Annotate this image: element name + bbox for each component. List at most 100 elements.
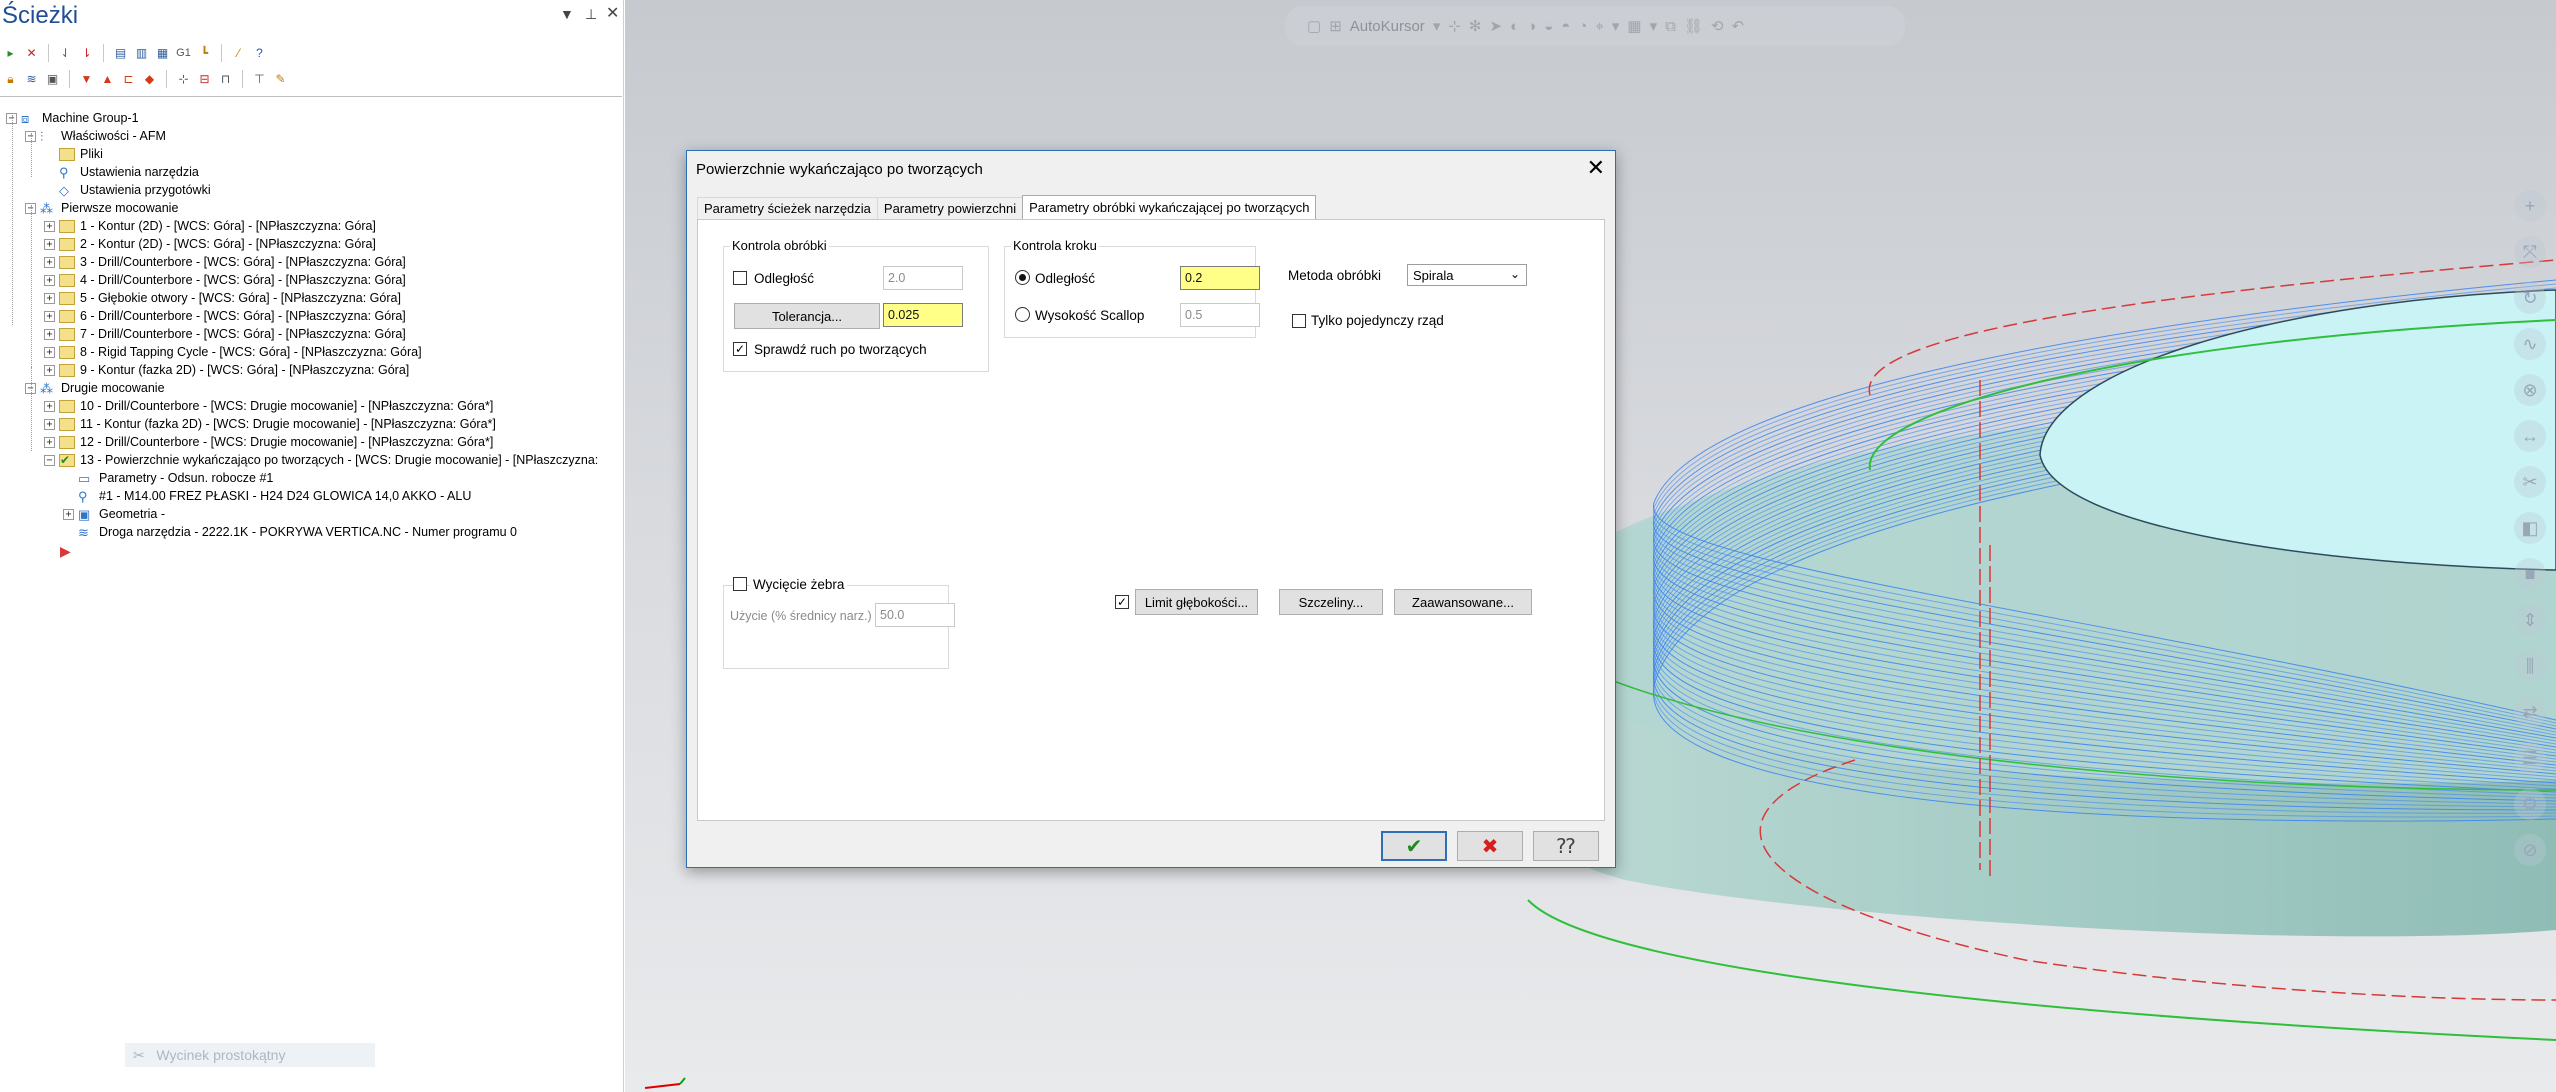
post-g1-icon[interactable]: G1	[175, 45, 192, 62]
tolerance-input[interactable]	[883, 303, 963, 327]
split-icon[interactable]: ⫼	[2514, 650, 2546, 682]
tool-manager-icon[interactable]: ⊤	[251, 71, 268, 88]
shade-icon[interactable]: ■	[2514, 558, 2546, 590]
measure-icon[interactable]: ⇕	[2514, 604, 2546, 636]
arrange-icon[interactable]: ⇄	[2514, 696, 2546, 728]
tree-expander-icon[interactable]: +	[44, 436, 55, 448]
help-icon[interactable]: ?	[251, 45, 268, 62]
tree-item[interactable]: +1 - Kontur (2D) - [WCS: Góra] - [NPłasz…	[44, 217, 376, 235]
insert-arrow-icon[interactable]: ▶	[60, 543, 71, 560]
tree-expander-icon[interactable]: +	[44, 274, 55, 286]
window-select-icon[interactable]: ▦	[1627, 17, 1641, 35]
tree-expander-icon[interactable]: +	[44, 256, 55, 268]
insert-arrow-icon[interactable]: ⊏	[120, 71, 137, 88]
tree-item[interactable]: − ⫶ Właściwości - AFM	[25, 127, 166, 145]
tree-item[interactable]: − ⧈ Machine Group-1	[6, 109, 139, 127]
tab-surface-params[interactable]: Parametry powierzchni	[876, 197, 1024, 219]
tree-item[interactable]: +5 - Głębokie otwory - [WCS: Góra] - [NP…	[44, 289, 401, 307]
tree-expander-icon[interactable]: +	[44, 418, 55, 430]
dimension-icon[interactable]: ↔	[2514, 420, 2546, 452]
tool-diameter-usage-input[interactable]	[875, 603, 955, 627]
intersect-icon[interactable]: ⊗	[2514, 374, 2546, 406]
toggle-post-icon[interactable]: ▣	[44, 71, 61, 88]
panel-pin-icon[interactable]: ⊥	[585, 6, 597, 23]
advanced-button[interactable]: Zaawansowane...	[1394, 589, 1532, 615]
layers-icon[interactable]: ☰	[2514, 742, 2546, 774]
edit-params-icon[interactable]: ✎	[272, 71, 289, 88]
gaps-button[interactable]: Szczeliny...	[1279, 589, 1383, 615]
regenerate-dirty-icon[interactable]: ⇂	[78, 45, 95, 62]
highfeed-icon[interactable]: ⁄	[230, 45, 247, 62]
simulate-icon[interactable]: ▦	[154, 45, 171, 62]
tree-expander-icon[interactable]: +	[44, 292, 55, 304]
tree-item[interactable]: − ⁂ Pierwsze mocowanie	[25, 199, 178, 217]
depth-limit-button[interactable]: Limit głębokości...	[1135, 589, 1258, 615]
distance-checkbox[interactable]	[733, 271, 747, 285]
select-wire-icon[interactable]: ◔	[1578, 18, 1587, 35]
move-up-icon[interactable]: ▲	[99, 71, 116, 88]
panel-dropdown-icon[interactable]: ▼	[560, 6, 574, 22]
lock-icon[interactable]: ▢	[1307, 17, 1321, 35]
tree-item[interactable]: +10 - Drill/Counterbore - [WCS: Drugie m…	[44, 397, 493, 415]
select-solid-icon[interactable]: ◐	[1510, 18, 1519, 35]
tree-item[interactable]: − ✔ 13 - Powierzchnie wykańczająco po twor…	[44, 451, 598, 469]
check-flowline-motion-checkbox[interactable]: ✓	[733, 342, 747, 356]
scroll-to-insert-icon[interactable]: ◆	[141, 71, 158, 88]
collapse-icon[interactable]: ⊟	[196, 71, 213, 88]
clear-icon[interactable]: ⟲	[1711, 17, 1724, 35]
backplot-icon[interactable]: ▤	[112, 45, 129, 62]
cancel-button[interactable]: ✖	[1457, 831, 1523, 861]
hide-tree-icon[interactable]: ⊓	[217, 71, 234, 88]
select-edge-icon[interactable]: ◓	[1561, 18, 1570, 35]
move-down-icon[interactable]: ▼	[78, 71, 95, 88]
scallop-height-input[interactable]	[1180, 303, 1260, 327]
step-distance-input[interactable]	[1180, 266, 1260, 290]
tree-expander-icon[interactable]: +	[44, 400, 55, 412]
tolerance-button[interactable]: Tolerancja...	[734, 303, 880, 329]
distance-input[interactable]	[883, 266, 963, 290]
tree-item[interactable]: +6 - Drill/Counterbore - [WCS: Góra] - […	[44, 307, 406, 325]
dropdown-icon[interactable]: ▾	[1612, 17, 1620, 35]
rib-cut-checkbox[interactable]	[733, 577, 747, 591]
tree-item[interactable]: Pliki	[44, 145, 103, 163]
toggle-display-icon[interactable]: ≋	[23, 71, 40, 88]
gear-icon[interactable]: ✻	[1469, 17, 1482, 35]
filter-icon[interactable]: ⧉	[1665, 18, 1676, 35]
tree-item[interactable]: ≋ Droga narzędzia - 2222.1K - POKRYWA VER…	[63, 523, 517, 541]
depth-limit-checkbox[interactable]: ✓	[1115, 595, 1129, 609]
step-distance-radio[interactable]	[1015, 270, 1030, 285]
single-row-checkbox[interactable]	[1292, 314, 1306, 328]
move-icon[interactable]: ⤧	[2514, 236, 2546, 268]
tree-item[interactable]: +11 - Kontur (fazka 2D) - [WCS: Drugie m…	[44, 415, 496, 433]
help-button[interactable]: ⁇	[1533, 831, 1599, 861]
tree-item[interactable]: +9 - Kontur (fazka 2D) - [WCS: Góra] - […	[44, 361, 409, 379]
tree-expander-icon[interactable]: +	[44, 238, 55, 250]
close-icon[interactable]: ✕	[1587, 155, 1605, 181]
tree-item[interactable]: +4 - Drill/Counterbore - [WCS: Góra] - […	[44, 271, 406, 289]
curve-icon[interactable]: ∿	[2514, 328, 2546, 360]
tree-item[interactable]: ⚲ #1 - M14.00 FREZ PŁASKI - H24 D24 GLOWI…	[63, 487, 471, 505]
snap-icon[interactable]: ⊹	[1448, 17, 1461, 35]
tree-item[interactable]: ◇ Ustawienia przygotówki	[44, 181, 211, 199]
tab-flowline-params[interactable]: Parametry obróbki wykańczającej po tworz…	[1022, 195, 1317, 219]
cut-method-select[interactable]: Spirala ⌄	[1407, 264, 1527, 286]
select-all-icon[interactable]: ▸	[2, 45, 19, 62]
rectangular-cut-button[interactable]: ✂ Wycinek prostokątny	[125, 1043, 375, 1067]
tree-item[interactable]: ▭ Parametry - Odsun. robocze #1	[63, 469, 273, 487]
tree-item[interactable]: +2 - Kontur (2D) - [WCS: Góra] - [NPłasz…	[44, 235, 376, 253]
add-icon[interactable]: +	[2514, 190, 2546, 222]
select-body-icon[interactable]: ◒	[1544, 18, 1553, 35]
verify-icon[interactable]: ▥	[133, 45, 150, 62]
tree-item[interactable]: + ▣ Geometria -	[63, 505, 165, 523]
gear-icon[interactable]: ⚙	[2514, 788, 2546, 820]
tree-expander-icon[interactable]: −	[44, 454, 55, 466]
tree-expander-icon[interactable]: +	[44, 364, 55, 376]
rotate-icon[interactable]: ↻	[2514, 282, 2546, 314]
autocursor-label[interactable]: AutoKursor	[1350, 18, 1425, 35]
tab-toolpath-params[interactable]: Parametry ścieżek narzędzia	[697, 197, 878, 219]
lock-icon[interactable]: 🔒︎	[2, 71, 19, 88]
tree-expander-icon[interactable]: +	[44, 220, 55, 232]
select-pointer-icon[interactable]: ⌖	[1595, 18, 1603, 35]
select-cursor-icon[interactable]: ➤	[1490, 17, 1503, 35]
dropdown-icon[interactable]: ▾	[1433, 17, 1441, 35]
